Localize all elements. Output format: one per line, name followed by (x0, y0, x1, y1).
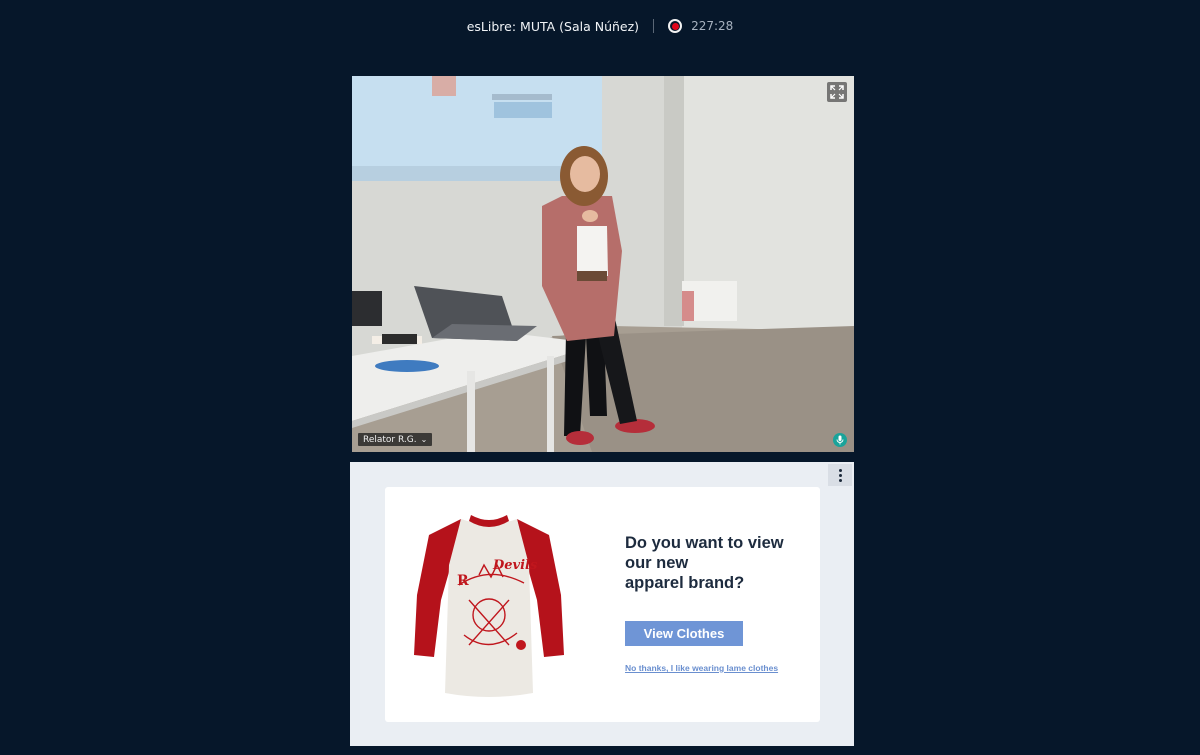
microphone-icon (836, 435, 844, 445)
view-clothes-button[interactable]: View Clothes (625, 621, 743, 646)
ad-card: Devils R Do you want to view our new app… (385, 487, 820, 722)
video-tile[interactable]: Relator R.G. ⌄ (352, 76, 854, 452)
svg-text:R: R (457, 573, 469, 589)
microphone-button[interactable] (833, 433, 847, 447)
video-frame (352, 76, 854, 452)
decline-link[interactable]: No thanks, I like wearing lame clothes (625, 663, 778, 673)
session-title: esLibre: MUTA (Sala Núñez) (466, 18, 640, 34)
svg-text:Devils: Devils (492, 558, 538, 573)
participant-name: Relator R.G. (363, 434, 417, 445)
chevron-down-icon: ⌄ (420, 435, 428, 444)
participant-name-label[interactable]: Relator R.G. ⌄ (358, 433, 433, 446)
fullscreen-icon (830, 85, 844, 99)
fullscreen-button[interactable] (827, 82, 847, 102)
session-header: esLibre: MUTA (Sala Núñez) 227:28 (0, 0, 1200, 52)
record-icon (668, 19, 683, 33)
header-divider (653, 19, 655, 33)
more-options-icon[interactable] (828, 464, 852, 486)
tshirt-image: Devils R (414, 515, 564, 697)
ad-heading: Do you want to view our new apparel bran… (625, 534, 784, 592)
recording-timer: 227:28 (691, 19, 734, 33)
ad-panel: Devils R Do you want to view our new app… (350, 462, 854, 746)
